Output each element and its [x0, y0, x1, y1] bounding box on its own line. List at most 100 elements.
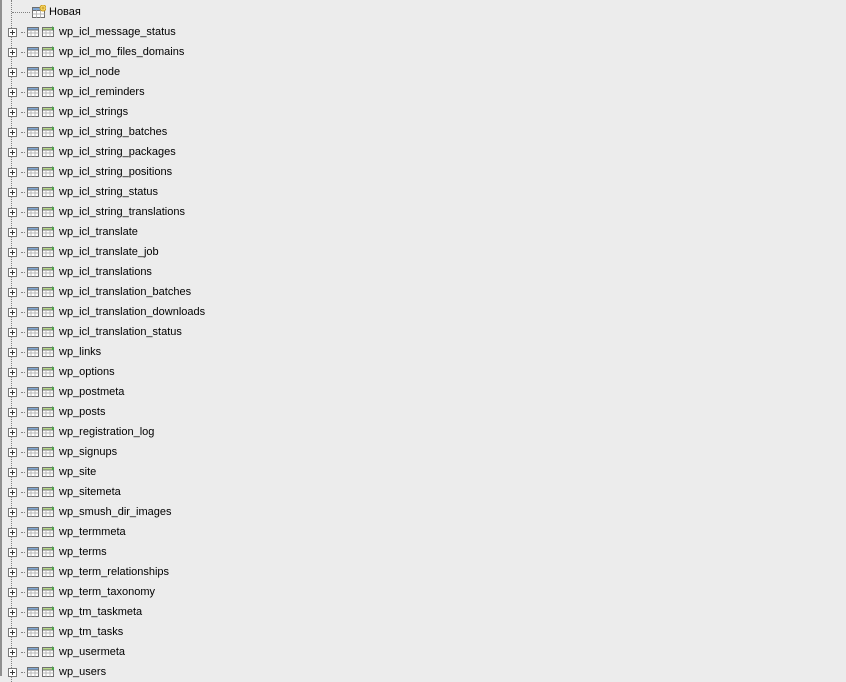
expand-icon[interactable]: [8, 668, 17, 677]
tree-item-label: wp_icl_translation_status: [59, 326, 182, 338]
table-data-icon: [42, 86, 56, 98]
tree-item-table[interactable]: wp_icl_translation_downloads: [2, 302, 846, 322]
expand-icon[interactable]: [8, 128, 17, 137]
table-data-icon: [42, 166, 56, 178]
expand-icon[interactable]: [8, 428, 17, 437]
table-data-icon: [42, 466, 56, 478]
expand-icon[interactable]: [8, 168, 17, 177]
expand-icon[interactable]: [8, 228, 17, 237]
expand-icon[interactable]: [8, 48, 17, 57]
table-data-icon: [42, 626, 56, 638]
tree-item-table[interactable]: wp_tm_tasks: [2, 622, 846, 642]
tree-item-table[interactable]: wp_signups: [2, 442, 846, 462]
tree-item-table[interactable]: wp_postmeta: [2, 382, 846, 402]
table-data-icon: [42, 246, 56, 258]
expand-icon[interactable]: [8, 608, 17, 617]
tree-item-table[interactable]: wp_posts: [2, 402, 846, 422]
tree-item-table[interactable]: wp_term_taxonomy: [2, 582, 846, 602]
tree-item-table[interactable]: wp_icl_translate: [2, 222, 846, 242]
expand-icon[interactable]: [8, 208, 17, 217]
tree-item-table[interactable]: wp_usermeta: [2, 642, 846, 662]
expand-icon[interactable]: [8, 648, 17, 657]
table-icon: [27, 386, 41, 398]
tree-item-label: wp_icl_string_batches: [59, 126, 167, 138]
expand-icon[interactable]: [8, 588, 17, 597]
expand-icon[interactable]: [8, 28, 17, 37]
tree-item-table[interactable]: wp_icl_string_packages: [2, 142, 846, 162]
table-icon: [27, 666, 41, 678]
table-data-icon: [42, 186, 56, 198]
tree-item-table[interactable]: wp_icl_reminders: [2, 82, 846, 102]
expand-icon[interactable]: [8, 388, 17, 397]
expand-icon[interactable]: [8, 308, 17, 317]
table-icon: [27, 46, 41, 58]
expand-icon[interactable]: [8, 568, 17, 577]
tree-item-table[interactable]: wp_icl_translate_job: [2, 242, 846, 262]
expand-icon[interactable]: [8, 628, 17, 637]
tree-item-table[interactable]: wp_site: [2, 462, 846, 482]
tree-item-table[interactable]: wp_termmeta: [2, 522, 846, 542]
table-icon: [27, 286, 41, 298]
expand-icon[interactable]: [8, 468, 17, 477]
tree-item-table[interactable]: wp_tm_taskmeta: [2, 602, 846, 622]
tree-item-new[interactable]: Новая: [2, 2, 846, 22]
tree-item-table[interactable]: wp_smush_dir_images: [2, 502, 846, 522]
tree-item-table[interactable]: wp_icl_message_status: [2, 22, 846, 42]
tree-item-label: wp_signups: [59, 446, 117, 458]
tree-item-table[interactable]: wp_icl_string_positions: [2, 162, 846, 182]
table-icon: [27, 86, 41, 98]
tree-item-table[interactable]: wp_icl_translation_status: [2, 322, 846, 342]
tree-item-label: wp_terms: [59, 546, 107, 558]
table-icon: [27, 306, 41, 318]
tree-item-label: wp_icl_translation_batches: [59, 286, 191, 298]
tree-item-table[interactable]: wp_icl_string_translations: [2, 202, 846, 222]
tree-item-table[interactable]: wp_term_relationships: [2, 562, 846, 582]
expand-icon[interactable]: [8, 348, 17, 357]
expand-icon[interactable]: [8, 188, 17, 197]
tree-item-label: wp_icl_strings: [59, 106, 128, 118]
table-data-icon: [42, 226, 56, 238]
expand-icon[interactable]: [8, 548, 17, 557]
tree-item-table[interactable]: wp_options: [2, 362, 846, 382]
expand-icon[interactable]: [8, 488, 17, 497]
expand-icon[interactable]: [8, 248, 17, 257]
expand-icon[interactable]: [8, 528, 17, 537]
table-icon: [27, 566, 41, 578]
tree-item-table[interactable]: wp_icl_string_status: [2, 182, 846, 202]
table-icon: [27, 606, 41, 618]
table-data-icon: [42, 606, 56, 618]
tree-item-table[interactable]: wp_icl_translations: [2, 262, 846, 282]
expand-icon[interactable]: [8, 408, 17, 417]
expand-icon[interactable]: [8, 368, 17, 377]
tree-item-table[interactable]: wp_terms: [2, 542, 846, 562]
tree-item-table[interactable]: wp_icl_node: [2, 62, 846, 82]
expand-icon[interactable]: [8, 148, 17, 157]
tree-view: Новаяwp_icl_message_status wp_icl_mo_file…: [2, 0, 846, 682]
tree-item-label: wp_icl_mo_files_domains: [59, 46, 184, 58]
tree-item-table[interactable]: wp_icl_strings: [2, 102, 846, 122]
tree-item-table[interactable]: wp_sitemeta: [2, 482, 846, 502]
expand-icon[interactable]: [8, 288, 17, 297]
expand-icon[interactable]: [8, 88, 17, 97]
table-icon: [27, 506, 41, 518]
expand-icon[interactable]: [8, 268, 17, 277]
expand-icon[interactable]: [8, 508, 17, 517]
expand-icon[interactable]: [8, 68, 17, 77]
tree-item-table[interactable]: wp_registration_log: [2, 422, 846, 442]
tree-item-table[interactable]: wp_icl_mo_files_domains: [2, 42, 846, 62]
tree-item-table[interactable]: wp_icl_string_batches: [2, 122, 846, 142]
tree-item-table[interactable]: wp_users: [2, 662, 846, 682]
table-data-icon: [42, 326, 56, 338]
expand-icon[interactable]: [8, 328, 17, 337]
tree-item-table[interactable]: wp_links: [2, 342, 846, 362]
tree-item-label: wp_icl_string_positions: [59, 166, 172, 178]
table-data-icon: [42, 346, 56, 358]
table-data-icon: [42, 586, 56, 598]
expand-icon[interactable]: [8, 448, 17, 457]
table-data-icon: [42, 206, 56, 218]
table-icon: [27, 326, 41, 338]
tree-item-label: wp_tm_tasks: [59, 626, 123, 638]
tree-item-table[interactable]: wp_icl_translation_batches: [2, 282, 846, 302]
table-data-icon: [42, 366, 56, 378]
expand-icon[interactable]: [8, 108, 17, 117]
